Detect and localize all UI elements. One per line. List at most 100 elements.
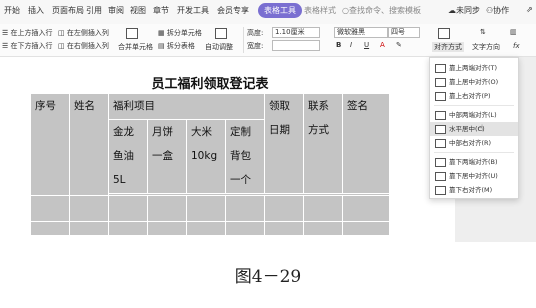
split-cells-button[interactable]: ▦ 拆分单元格 (158, 28, 202, 38)
sync-status[interactable]: ☁未同步 (448, 5, 480, 16)
highlight-icon[interactable]: ✎ (396, 41, 402, 49)
collab-label: 协作 (493, 6, 510, 15)
merge-cells-icon (126, 28, 138, 39)
width-field[interactable] (272, 40, 320, 51)
tab-table-style[interactable]: 表格样式 (304, 5, 336, 16)
share-icon[interactable]: ⇗ (526, 5, 533, 14)
formula-icon[interactable]: ▥ (510, 28, 517, 36)
table-cell[interactable] (303, 221, 343, 236)
align-bottom-right[interactable]: 靠下右对齐(M) (430, 183, 518, 197)
item-line: 大米 (191, 126, 212, 138)
header-date[interactable]: 领取日期 (264, 93, 304, 194)
insert-row-above-button[interactable]: ☰ 在上方插入行 (2, 28, 53, 38)
align-middle-justify[interactable]: 中部两端对齐(L) (430, 108, 518, 122)
fx-icon[interactable]: fx (513, 42, 520, 50)
contact-label: 联系方式 (308, 100, 329, 136)
align-middle-right[interactable]: 中部右对齐(R) (430, 136, 518, 150)
table-cell[interactable] (108, 221, 148, 236)
font-name-select[interactable]: 微软雅黑 (334, 27, 388, 38)
header-seq[interactable]: 序号 (30, 93, 70, 196)
table-cell[interactable] (108, 195, 148, 222)
header-benefits[interactable]: 福利项目 (108, 93, 265, 120)
bold-button[interactable]: B (336, 41, 341, 49)
tab-view[interactable]: 视图 (130, 5, 146, 16)
align-button[interactable]: 对齐方式 (432, 42, 464, 52)
tab-developer[interactable]: 开发工具 (177, 5, 209, 16)
font-color-icon[interactable]: A (380, 41, 385, 49)
header-contact[interactable]: 联系方式 (303, 93, 343, 194)
table-cell[interactable] (186, 221, 226, 236)
align-top-center[interactable]: 靠上居中对齐(O) (430, 75, 518, 89)
align-bottom-justify[interactable]: 靠下两端对齐(B) (430, 155, 518, 169)
insert-below-label: 在下方插入行 (10, 42, 53, 50)
align-bottom-center[interactable]: 靠下居中对齐(U) (430, 169, 518, 183)
table-cell[interactable] (264, 221, 304, 236)
autofit-button[interactable]: 自动调整 (205, 42, 233, 52)
item-line: 一个 (230, 174, 251, 186)
item-line: 金龙 (113, 126, 134, 138)
menu-bar: 开始 插入 页面布局 引用 审阅 视图 章节 开发工具 会员专享 表格工具 表格… (0, 0, 536, 25)
header-sign[interactable]: 签名 (342, 93, 390, 194)
tab-table-tools[interactable]: 表格工具 (258, 3, 302, 18)
benefit-item-rice[interactable]: 大米 10kg (186, 119, 226, 194)
merge-cells-button[interactable]: 合并单元格 (118, 42, 153, 52)
height-field[interactable]: 1.10厘米 (272, 27, 320, 38)
align-middle-right-icon (435, 139, 446, 148)
table-cell[interactable] (264, 195, 304, 222)
table-cell[interactable] (303, 195, 343, 222)
tab-start[interactable]: 开始 (4, 5, 20, 16)
text-direction-button[interactable]: 文字方向 (472, 42, 500, 52)
menu-item-label: 靠下居中对齐(U) (449, 172, 498, 180)
align-bottom-center-icon (435, 172, 446, 181)
table-cell[interactable] (147, 221, 187, 236)
header-date-text: 领取日期 (269, 94, 303, 142)
header-name[interactable]: 姓名 (69, 93, 109, 196)
menu-item-label: 靠上两端对齐(T) (449, 64, 498, 72)
font-size-select[interactable]: 四号 (388, 27, 420, 38)
cursor-icon: ☝ (478, 124, 484, 134)
table-toolbar: ☰ 在上方插入行 ◫ 在左侧插入列 ☰ 在下方插入行 ◫ 在右侧插入列 合并单元… (0, 24, 536, 57)
menu-item-label: 靠下两端对齐(B) (449, 158, 498, 166)
insert-above-label: 在上方插入行 (10, 29, 53, 37)
search-placeholder: 查找命令、搜索模板 (348, 6, 421, 15)
search-box[interactable]: ○查找命令、搜索模板 (342, 5, 421, 16)
collab-button[interactable]: ⚇协作 (486, 5, 509, 16)
table-cell[interactable] (225, 221, 265, 236)
benefit-item-mooncake[interactable]: 月饼 一盒 (147, 119, 187, 194)
align-middle-center-icon (435, 125, 446, 134)
toolbar-divider (243, 27, 244, 53)
benefit-item-backpack[interactable]: 定制 背包 一个 (225, 119, 265, 194)
italic-button[interactable]: I (350, 41, 352, 49)
benefit-item-oil[interactable]: 金龙 鱼油 5L (108, 119, 148, 194)
menu-item-label: 中部右对齐(R) (449, 139, 492, 147)
underline-button[interactable]: U (364, 41, 369, 49)
insert-col-left-button[interactable]: ◫ 在左侧插入列 (58, 28, 109, 38)
item-line: 背包 (230, 150, 251, 162)
table-cell[interactable] (30, 221, 70, 236)
table-cell[interactable] (225, 195, 265, 222)
table-cell[interactable] (147, 195, 187, 222)
tab-review[interactable]: 审阅 (108, 5, 124, 16)
menu-item-label: 靠上右对齐(P) (449, 92, 491, 100)
split-table-button[interactable]: ▤ 拆分表格 (158, 41, 195, 51)
align-top-justify[interactable]: 靠上两端对齐(T) (430, 61, 518, 75)
table-cell[interactable] (186, 195, 226, 222)
insert-col-right-button[interactable]: ◫ 在右侧插入列 (58, 41, 109, 51)
tab-references[interactable]: 引用 (86, 5, 102, 16)
table-cell[interactable] (342, 195, 390, 222)
item-line: 鱼油 (113, 150, 134, 162)
insert-row-below-button[interactable]: ☰ 在下方插入行 (2, 41, 53, 51)
tab-member[interactable]: 会员专享 (217, 5, 249, 16)
tab-page-layout[interactable]: 页面布局 (52, 5, 84, 16)
table-cell[interactable] (342, 221, 390, 236)
tab-insert[interactable]: 插入 (28, 5, 44, 16)
table-cell[interactable] (30, 195, 70, 222)
align-top-right[interactable]: 靠上右对齐(P) (430, 89, 518, 103)
insert-right-label: 在右侧插入列 (66, 42, 109, 50)
tab-section[interactable]: 章节 (153, 5, 169, 16)
table-cell[interactable] (69, 195, 109, 222)
align-horizontal-center[interactable]: 水平居中(C) ☝ (430, 122, 518, 136)
table-cell[interactable] (69, 221, 109, 236)
width-label: 宽度: (247, 42, 264, 50)
sync-label: 未同步 (456, 6, 480, 15)
